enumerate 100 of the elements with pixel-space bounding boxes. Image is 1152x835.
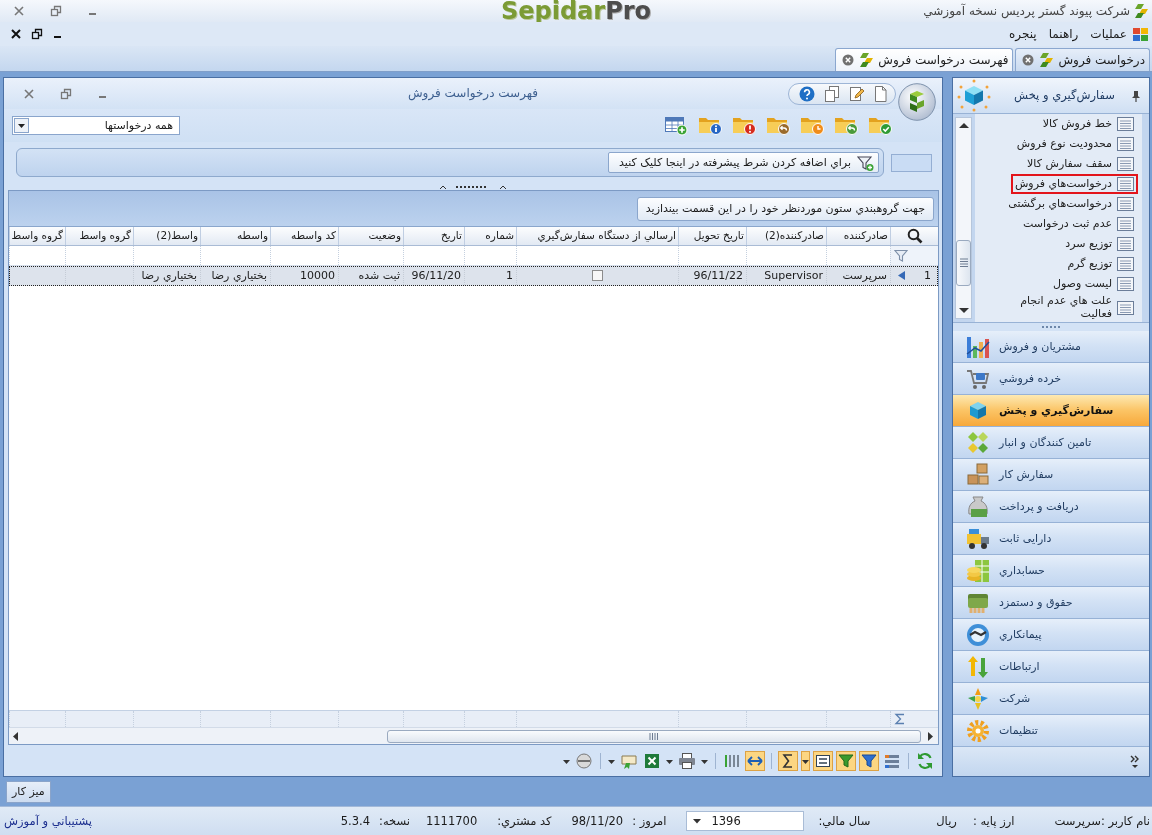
column-header[interactable]: ارسالي از دستگاه سفارش‌گيري bbox=[516, 227, 678, 245]
restore-icon[interactable] bbox=[31, 28, 43, 40]
column-header[interactable]: وضعيت bbox=[338, 227, 403, 245]
module-button[interactable]: حقوق و دستمزد bbox=[953, 587, 1149, 619]
list-icon[interactable] bbox=[813, 750, 833, 771]
tab[interactable]: درخواست فروش bbox=[1015, 48, 1150, 71]
printer-icon[interactable] bbox=[677, 750, 697, 771]
advanced-filter-button[interactable]: براي اضافه کردن شرط پيشرفته در اينجا کليک کنيد bbox=[608, 152, 879, 173]
search-icon[interactable] bbox=[906, 228, 923, 244]
circle-minus-icon[interactable] bbox=[574, 750, 594, 771]
boxes-icon bbox=[965, 461, 991, 488]
desktop-button[interactable]: ميز کار bbox=[6, 780, 51, 803]
column-header[interactable]: تاريخ تحويل bbox=[678, 227, 746, 245]
list-icon bbox=[1117, 301, 1134, 315]
scroll-down-icon[interactable] bbox=[957, 306, 970, 315]
tree-item[interactable]: علت هاي عدم انجام فعاليت bbox=[998, 294, 1138, 322]
scrollbar-thumb[interactable] bbox=[387, 729, 921, 743]
folder-arrow-icon[interactable] bbox=[766, 115, 790, 136]
sigma-icon[interactable] bbox=[778, 750, 798, 771]
module-button[interactable]: تامين کنندگان و انبار bbox=[953, 427, 1149, 459]
close-icon[interactable] bbox=[10, 28, 22, 40]
scroll-left-icon[interactable] bbox=[11, 730, 20, 742]
table-add-icon[interactable] bbox=[664, 115, 688, 136]
more-chevron-icon[interactable] bbox=[1129, 754, 1141, 769]
tree-item[interactable]: درخواست‌هاي فروش bbox=[1010, 174, 1138, 194]
module-button[interactable]: حسابداري bbox=[953, 555, 1149, 587]
column-header[interactable]: واسطه bbox=[200, 227, 270, 245]
version-number: 5.3.4 bbox=[340, 813, 371, 829]
filter-icon[interactable] bbox=[836, 750, 856, 771]
tree-item[interactable]: درخواست‌هاي برگشتی bbox=[1004, 194, 1138, 214]
tree-item[interactable]: توزيع گرم bbox=[1063, 254, 1138, 274]
column-header[interactable]: کد واسطه bbox=[270, 227, 338, 245]
edit-icon[interactable] bbox=[849, 85, 865, 102]
module-button[interactable]: پيمانکاري bbox=[953, 619, 1149, 651]
filter-icon[interactable] bbox=[894, 248, 908, 263]
version-label: نسخه: bbox=[379, 813, 410, 829]
module-button[interactable]: شرکت bbox=[953, 683, 1149, 715]
support-link[interactable]: پشتيباني و آموزش bbox=[4, 813, 92, 829]
column-header[interactable]: واسط(2) bbox=[133, 227, 200, 245]
module-button[interactable]: خرده فروشي bbox=[953, 363, 1149, 395]
folder-alert-icon[interactable] bbox=[732, 115, 756, 136]
copy-icon[interactable] bbox=[824, 85, 840, 102]
scrollbar-thumb[interactable] bbox=[956, 240, 971, 286]
tree-item[interactable]: ليست وصول bbox=[1048, 274, 1138, 294]
fiscal-year-label: سال مالي: bbox=[818, 813, 871, 829]
module-button[interactable]: دارایی ثابت bbox=[953, 523, 1149, 555]
splitter-grip-icon[interactable] bbox=[1042, 325, 1060, 329]
menu-item[interactable]: راهنما bbox=[1042, 26, 1085, 42]
column-header[interactable]: تاريخ bbox=[403, 227, 464, 245]
menu-app-icon[interactable] bbox=[1133, 26, 1148, 42]
list-icon bbox=[1117, 237, 1134, 251]
app-icon bbox=[1134, 4, 1148, 18]
splitter-grip-icon[interactable] bbox=[438, 183, 508, 190]
module-button[interactable]: ارتباطات bbox=[953, 651, 1149, 683]
tab[interactable]: فهرست درخواست فروش bbox=[835, 48, 1014, 71]
list-icon bbox=[1117, 277, 1134, 291]
refresh-icon[interactable] bbox=[915, 750, 935, 771]
checkbox[interactable] bbox=[592, 270, 603, 281]
table-cell: 96/11/22 bbox=[678, 266, 746, 285]
today-date: 98/11/20 bbox=[571, 813, 624, 829]
caret-icon bbox=[693, 818, 702, 824]
currency-value: ريال bbox=[936, 813, 957, 829]
folder-arrow-icon[interactable] bbox=[834, 115, 858, 136]
tree-item[interactable]: توزيع سرد bbox=[1061, 234, 1138, 254]
help-icon[interactable] bbox=[799, 85, 815, 102]
module-button[interactable]: سفارش کار bbox=[953, 459, 1149, 491]
menu-item[interactable]: پنجره bbox=[1003, 26, 1043, 42]
row-number: 1 bbox=[924, 268, 931, 283]
module-button[interactable]: مشتريان و فروش bbox=[953, 331, 1149, 363]
module-button[interactable]: تنظيمات bbox=[953, 715, 1149, 747]
scroll-up-icon[interactable] bbox=[957, 121, 970, 130]
tree-item[interactable]: عدم ثبت درخواست bbox=[1018, 214, 1138, 234]
tree-item[interactable]: محدوديت نوع فروش bbox=[1012, 134, 1138, 154]
view-dropdown[interactable]: همه درخواستها bbox=[12, 116, 180, 135]
scroll-right-icon[interactable] bbox=[927, 730, 936, 742]
caret-icon[interactable] bbox=[801, 750, 810, 771]
new-document-icon[interactable] bbox=[874, 85, 887, 102]
list-icon bbox=[1117, 197, 1134, 211]
column-header[interactable]: گروه واسط bbox=[65, 227, 133, 245]
column-header[interactable]: صادرکننده bbox=[826, 227, 890, 245]
menu-item[interactable]: عمليات bbox=[1084, 26, 1133, 42]
folder-clock-icon[interactable] bbox=[800, 115, 824, 136]
module-button[interactable]: دريافت و پرداخت bbox=[953, 491, 1149, 523]
filter-icon[interactable] bbox=[859, 750, 879, 771]
tree-item[interactable]: خط فروش کالا bbox=[1038, 114, 1138, 134]
folder-info-icon[interactable] bbox=[698, 115, 722, 136]
column-header[interactable]: شماره bbox=[464, 227, 516, 245]
column-header[interactable]: گروه واسط bbox=[9, 227, 65, 245]
column-header[interactable]: صادرکننده(2) bbox=[746, 227, 826, 245]
app-logo: SepidarPro bbox=[500, 0, 652, 22]
group-by-hint: جهت گروهبندي ستون موردنظر خود را در اين قسمت بيندازيد bbox=[636, 196, 934, 221]
module-button[interactable]: سفارش‌گيري و پخش bbox=[953, 395, 1149, 427]
table-cell: 10000 bbox=[270, 266, 338, 285]
folder-check-icon[interactable] bbox=[868, 115, 892, 136]
table-cell: بختياري رضا bbox=[133, 266, 200, 285]
fiscal-year-dropdown[interactable]: 1396 bbox=[686, 811, 805, 831]
pin-icon[interactable] bbox=[1131, 89, 1141, 102]
filter-add-icon bbox=[857, 154, 874, 171]
tree-item[interactable]: سقف سفارش کالا bbox=[1023, 154, 1138, 174]
money-bag-icon bbox=[965, 493, 991, 520]
